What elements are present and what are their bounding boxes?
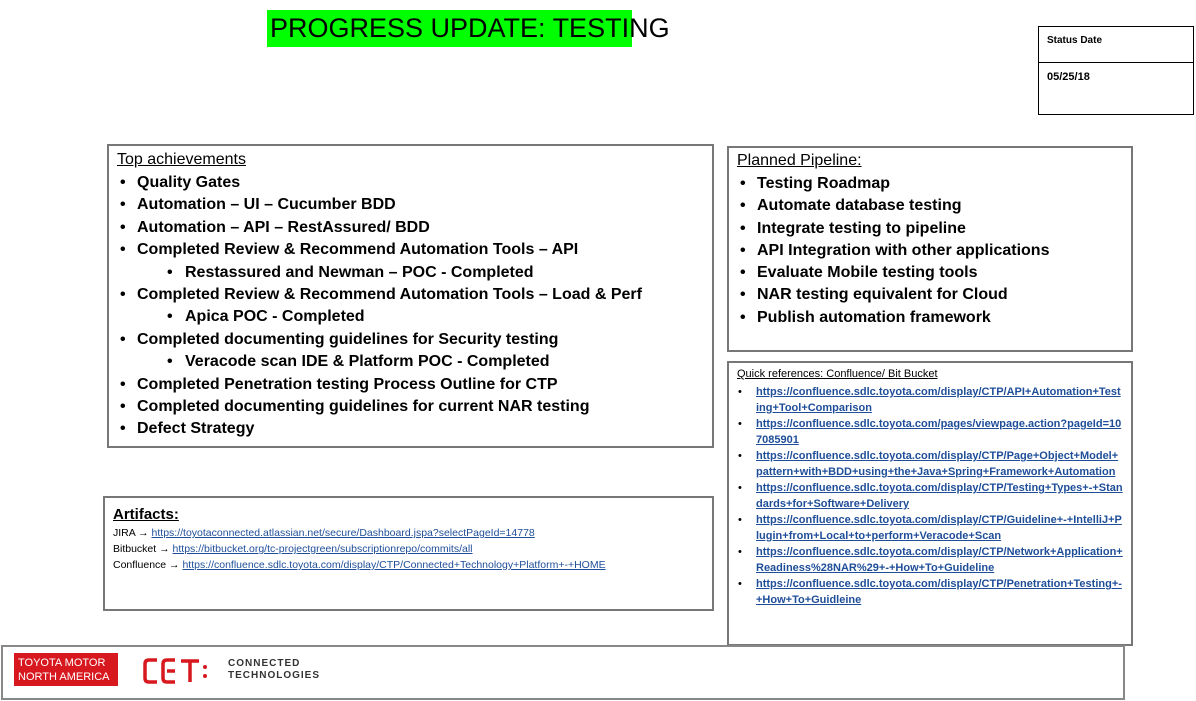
artifact-label: Confluence bbox=[113, 559, 167, 571]
list-item: Automation – UI – Cucumber BDD bbox=[117, 194, 704, 217]
arrow-icon: → bbox=[159, 543, 170, 555]
arrow-icon: → bbox=[169, 559, 180, 571]
list-item: API Integration with other applications bbox=[737, 240, 1123, 263]
top-achievements-panel: Top achievements Quality Gates Automatio… bbox=[107, 144, 714, 448]
list-item: Completed Penetration testing Process Ou… bbox=[117, 374, 704, 397]
quickref-link[interactable]: https://confluence.sdlc.toyota.com/displ… bbox=[756, 386, 1121, 414]
artifact-row-jira: JIRA → https://toyotaconnected.atlassian… bbox=[113, 525, 704, 541]
quickref-link[interactable]: https://confluence.sdlc.toyota.com/displ… bbox=[756, 514, 1122, 542]
list-item: NAR testing equivalent for Cloud bbox=[737, 284, 1123, 307]
list-subitem: Apica POC - Completed bbox=[117, 306, 704, 329]
list-item: https://confluence.sdlc.toyota.com/displ… bbox=[737, 480, 1123, 512]
page-title: PROGRESS UPDATE: TESTING bbox=[267, 10, 670, 47]
list-subitem: Veracode scan IDE & Platform POC - Compl… bbox=[117, 351, 704, 374]
quickrefs-heading: Quick references: Confluence/ Bit Bucket bbox=[737, 368, 938, 380]
quickref-link[interactable]: https://confluence.sdlc.toyota.com/displ… bbox=[756, 546, 1123, 574]
list-item: Completed documenting guidelines for Sec… bbox=[117, 329, 704, 352]
list-item: Integrate testing to pipeline bbox=[737, 218, 1123, 241]
list-item: https://confluence.sdlc.toyota.com/displ… bbox=[737, 512, 1123, 544]
artifacts-heading: Artifacts: bbox=[113, 506, 179, 523]
toyota-logo: TOYOTA MOTOR NORTH AMERICA bbox=[14, 653, 118, 686]
list-item: https://confluence.sdlc.toyota.com/pages… bbox=[737, 416, 1123, 448]
artifacts-panel: Artifacts: JIRA → https://toyotaconnecte… bbox=[103, 496, 714, 611]
quickrefs-list: https://confluence.sdlc.toyota.com/displ… bbox=[737, 384, 1123, 608]
quick-references-panel: Quick references: Confluence/ Bit Bucket… bbox=[727, 361, 1133, 646]
list-item: Completed Review & Recommend Automation … bbox=[117, 239, 704, 262]
artifact-row-confluence: Confluence → https://confluence.sdlc.toy… bbox=[113, 557, 704, 573]
jira-link[interactable]: https://toyotaconnected.atlassian.net/se… bbox=[152, 527, 535, 539]
list-item: Defect Strategy bbox=[117, 418, 704, 441]
artifact-label: JIRA bbox=[113, 527, 136, 539]
bitbucket-link[interactable]: https://bitbucket.org/tc-projectgreen/su… bbox=[173, 543, 473, 555]
confluence-link[interactable]: https://confluence.sdlc.toyota.com/displ… bbox=[182, 559, 605, 571]
status-date-box: Status Date 05/25/18 bbox=[1038, 26, 1194, 115]
list-item: https://confluence.sdlc.toyota.com/displ… bbox=[737, 384, 1123, 416]
list-item: Publish automation framework bbox=[737, 307, 1123, 330]
list-item: Evaluate Mobile testing tools bbox=[737, 262, 1123, 285]
pipeline-list: Testing Roadmap Automate database testin… bbox=[737, 173, 1123, 329]
quickref-link[interactable]: https://confluence.sdlc.toyota.com/displ… bbox=[756, 450, 1118, 478]
quickref-link[interactable]: https://confluence.sdlc.toyota.com/displ… bbox=[756, 578, 1122, 606]
list-item: Automation – API – RestAssured/ BDD bbox=[117, 217, 704, 240]
arrow-icon: → bbox=[138, 527, 149, 539]
artifact-label: Bitbucket bbox=[113, 543, 157, 555]
status-date-value: 05/25/18 bbox=[1047, 71, 1090, 83]
artifact-row-bitbucket: Bitbucket → https://bitbucket.org/tc-pro… bbox=[113, 541, 704, 557]
list-subitem: Restassured and Newman – POC - Completed bbox=[117, 262, 704, 285]
status-date-label: Status Date bbox=[1047, 35, 1103, 46]
connected-technologies-text: CONNECTED TECHNOLOGIES bbox=[228, 658, 321, 681]
list-item: https://confluence.sdlc.toyota.com/displ… bbox=[737, 576, 1123, 608]
planned-pipeline-panel: Planned Pipeline: Testing Roadmap Automa… bbox=[727, 146, 1133, 352]
quickref-link[interactable]: https://confluence.sdlc.toyota.com/pages… bbox=[756, 418, 1121, 446]
connected-technologies-logo bbox=[143, 658, 207, 684]
list-item: Completed documenting guidelines for cur… bbox=[117, 396, 704, 419]
list-item: Completed Review & Recommend Automation … bbox=[117, 284, 704, 307]
list-item: https://confluence.sdlc.toyota.com/displ… bbox=[737, 448, 1123, 480]
achievements-list: Quality Gates Automation – UI – Cucumber… bbox=[117, 172, 704, 441]
list-item: Quality Gates bbox=[117, 172, 704, 195]
list-item: https://confluence.sdlc.toyota.com/displ… bbox=[737, 544, 1123, 576]
achievements-heading: Top achievements bbox=[117, 151, 246, 168]
quickref-link[interactable]: https://confluence.sdlc.toyota.com/displ… bbox=[756, 482, 1123, 510]
pipeline-heading: Planned Pipeline: bbox=[737, 152, 862, 169]
list-item: Testing Roadmap bbox=[737, 173, 1123, 196]
list-item: Automate database testing bbox=[737, 195, 1123, 218]
